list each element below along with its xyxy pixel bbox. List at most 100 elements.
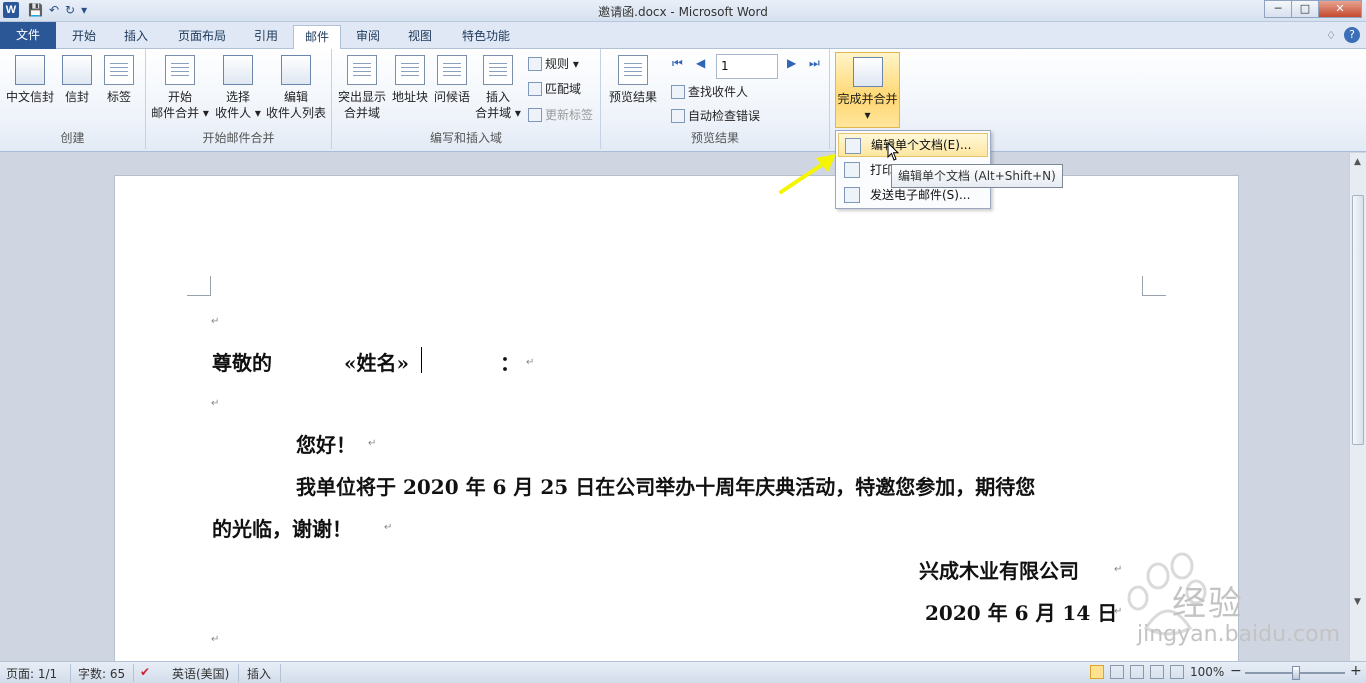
full-screen-view-icon[interactable] [1110, 665, 1124, 679]
recipients-icon [223, 55, 253, 85]
chevron-down-icon: ▾ [864, 108, 871, 122]
record-number-input[interactable]: 1 [716, 54, 778, 79]
first-record-icon[interactable]: ⏮ [672, 56, 683, 71]
insert-merge-field-line2: 合并域 ▾ [475, 106, 521, 120]
insert-merge-field-button[interactable]: 插入 合并域 ▾ [474, 55, 522, 121]
group-start-mail-merge: 开始 邮件合并 ▾ 选择 收件人 ▾ 编辑 收件人列表 开始邮件合并 [146, 49, 332, 149]
start-mail-merge-line1: 开始 [167, 90, 192, 104]
tab-home[interactable]: 开始 [62, 25, 106, 49]
zoom-level[interactable]: 100% [1190, 665, 1224, 679]
update-labels-button[interactable]: 更新标签 [528, 106, 593, 124]
web-layout-view-icon[interactable] [1130, 665, 1144, 679]
rules-icon [528, 57, 542, 71]
menu-item-label: 发送电子邮件(S)... [870, 188, 971, 202]
greeting-line-button[interactable]: 问候语 [432, 55, 472, 105]
match-fields-icon [528, 82, 542, 96]
insert-field-icon [483, 55, 513, 85]
paragraph-mark: ↵ [526, 357, 535, 368]
document-date: 2020 年 6 月 14 日 [925, 601, 1118, 625]
group-write-insert-fields: 突出显示 合并域 地址块 问候语 插入 合并域 ▾ 规则 ▾ 匹配域 更新标签 … [332, 49, 601, 149]
previous-record-icon[interactable]: ◀ [696, 56, 705, 70]
zoom-slider-thumb[interactable] [1292, 666, 1300, 680]
chinese-envelope-button[interactable]: 中文信封 [4, 55, 56, 105]
match-fields-button[interactable]: 匹配域 [528, 80, 581, 98]
outline-view-icon[interactable] [1150, 665, 1164, 679]
group-label-write-insert: 编写和插入域 [429, 131, 502, 145]
tab-file[interactable]: 文件 [0, 22, 56, 49]
draft-view-icon[interactable] [1170, 665, 1184, 679]
proofing-icon[interactable]: ✔ [140, 665, 150, 679]
mouse-pointer-icon [887, 142, 900, 161]
salutation-suffix: ： [500, 351, 520, 375]
menu-item-edit-individual-documents[interactable]: 编辑单个文档(E)... [838, 133, 988, 157]
word-count[interactable]: 字数: 65 [78, 665, 125, 682]
rules-button[interactable]: 规则 ▾ [528, 55, 579, 73]
close-button[interactable]: ✕ [1318, 0, 1362, 18]
envelope-button[interactable]: 信封 [58, 55, 96, 105]
zoom-out-button[interactable]: − [1230, 663, 1242, 679]
tab-mailings[interactable]: 邮件 [293, 25, 341, 49]
watermark-url: jingyan.baidu.com [1137, 622, 1341, 647]
next-record-icon[interactable]: ▶ [787, 56, 796, 70]
maximize-button[interactable]: □ [1291, 0, 1319, 18]
labels-icon [104, 55, 134, 85]
tab-page-layout[interactable]: 页面布局 [166, 25, 238, 49]
preview-results-button[interactable]: 预览结果 [607, 55, 659, 105]
last-record-icon[interactable]: ⏭ [809, 56, 820, 71]
highlight-merge-fields-button[interactable]: 突出显示 合并域 [336, 55, 388, 121]
match-fields-label: 匹配域 [545, 82, 582, 96]
tab-view[interactable]: 视图 [398, 25, 442, 49]
start-mail-merge-button[interactable]: 开始 邮件合并 ▾ [150, 55, 210, 121]
scroll-up-icon[interactable]: ▲ [1354, 157, 1361, 167]
chinese-envelope-label: 中文信封 [5, 90, 54, 104]
edit-recipient-list-line1: 编辑 [283, 90, 308, 104]
insert-mode[interactable]: 插入 [247, 665, 271, 682]
tab-review[interactable]: 审阅 [346, 25, 390, 49]
status-separator [133, 664, 134, 682]
text-cursor [421, 347, 422, 373]
status-separator [280, 664, 281, 682]
group-label-create: 创建 [60, 131, 85, 145]
select-recipients-button[interactable]: 选择 收件人 ▾ [212, 55, 264, 121]
tab-special-features[interactable]: 特色功能 [450, 25, 522, 49]
address-block-button[interactable]: 地址块 [390, 55, 430, 105]
tab-insert[interactable]: 插入 [114, 25, 158, 49]
salutation-prefix: 尊敬的 [212, 351, 272, 375]
minimize-ribbon-icon[interactable]: ♢ [1326, 29, 1336, 42]
tab-references[interactable]: 引用 [244, 25, 288, 49]
find-recipient-icon [671, 85, 685, 99]
edit-list-icon [281, 55, 311, 85]
paragraph-mark: ↵ [211, 398, 220, 409]
ribbon: 中文信封 信封 标签 创建 开始 邮件合并 ▾ 选择 收件人 ▾ 编辑 收件人列… [0, 49, 1366, 152]
scroll-down-icon[interactable]: ▼ [1354, 597, 1361, 607]
paragraph-mark: ↵ [384, 522, 393, 533]
language[interactable]: 英语(美国) [172, 665, 229, 682]
zoom-in-button[interactable]: + [1350, 663, 1362, 679]
labels-button[interactable]: 标签 [100, 55, 138, 105]
print-layout-view-icon[interactable] [1090, 665, 1104, 679]
tooltip: 编辑单个文档 (Alt+Shift+N) [891, 164, 1063, 188]
highlight-icon [347, 55, 377, 85]
body-line-2: 的光临，谢谢！ [212, 517, 352, 541]
find-recipient-label: 查找收件人 [688, 85, 749, 99]
envelope-label: 信封 [64, 90, 89, 104]
page-count[interactable]: 页面: 1/1 [6, 665, 57, 682]
envelope-icon [62, 55, 92, 85]
paragraph-mark: ↵ [211, 316, 220, 327]
help-icon[interactable]: ? [1344, 27, 1360, 43]
finish-and-merge-button[interactable]: 完成并合并 ▾ [835, 52, 900, 128]
crop-mark [1142, 276, 1166, 296]
document-page[interactable]: ↵ 尊敬的 «姓名» ： ↵ ↵ 您好！ ↵ 我单位将于 2020 年 6 月 … [114, 175, 1239, 675]
edit-recipient-list-button[interactable]: 编辑 收件人列表 [264, 55, 328, 121]
find-recipient-button[interactable]: 查找收件人 [671, 83, 748, 101]
check-errors-button[interactable]: 自动检查错误 [671, 107, 760, 125]
rules-label: 规则 ▾ [545, 57, 579, 71]
finish-merge-icon [852, 57, 883, 87]
annotation-arrow-icon [779, 154, 836, 194]
merge-field-name[interactable]: «姓名» [344, 347, 409, 376]
minimize-button[interactable]: ─ [1264, 0, 1292, 18]
update-labels-icon [528, 108, 542, 122]
vertical-scrollbar[interactable]: ▲ ▼ [1349, 153, 1366, 661]
scrollbar-thumb[interactable] [1352, 195, 1364, 445]
update-labels-label: 更新标签 [545, 108, 594, 122]
